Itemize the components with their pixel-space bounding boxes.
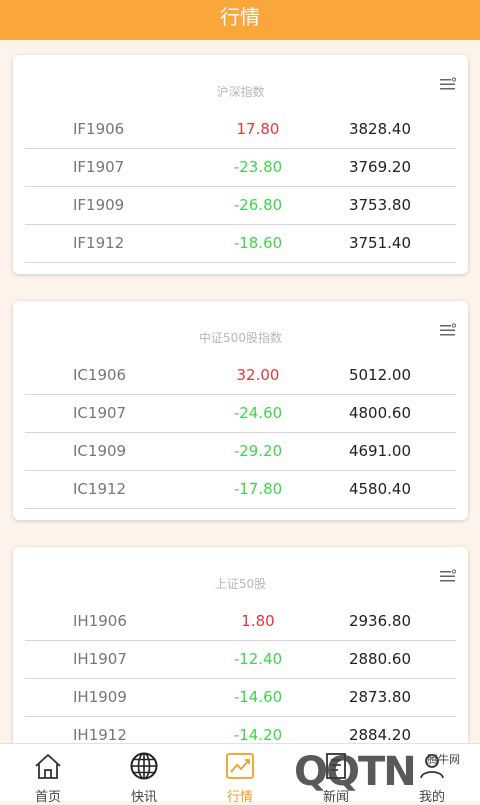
table-row[interactable]: IC1912 -17.80 4580.40: [25, 471, 456, 509]
table-row[interactable]: IH1906 1.80 2936.80: [25, 603, 456, 641]
bottom-tab-bar: 首页 快讯 行情 新闻 我的: [0, 743, 480, 805]
change-value: -17.80: [233, 480, 283, 498]
user-icon: [420, 754, 444, 779]
tab-market[interactable]: 行情: [192, 744, 288, 805]
change-value: -18.60: [233, 234, 283, 252]
change-value: 1.80: [241, 612, 275, 630]
contract-code: IF1906: [73, 120, 125, 138]
market-card-hs: 沪深指数 IF1906 17.80 3828.40 IF1907 -23.80 3769…: [13, 55, 468, 274]
contract-code: IC1909: [73, 442, 127, 460]
contract-code: IC1907: [73, 404, 127, 422]
tab-label: 行情: [226, 790, 253, 805]
price-value: 5012.00: [348, 366, 411, 384]
table-row[interactable]: IC1909 -29.20 4691.00: [25, 433, 456, 471]
table-row[interactable]: IF1909 -26.80 3753.80: [25, 187, 456, 225]
change-value: -29.20: [233, 442, 283, 460]
contract-code: IH1907: [73, 650, 127, 668]
price-value: 3751.40: [348, 234, 411, 252]
contract-code: IC1906: [73, 366, 127, 384]
chart-icon: [226, 753, 254, 779]
table-row[interactable]: IH1909 -14.60 2873.80: [25, 679, 456, 717]
list-settings-icon[interactable]: [440, 77, 456, 91]
tab-label: 新闻: [322, 790, 349, 805]
tab-home[interactable]: 首页: [0, 744, 96, 805]
globe-icon: [130, 752, 158, 780]
header-bar: 行情: [0, 0, 480, 40]
contract-code: IF1909: [73, 196, 125, 214]
table-row[interactable]: IH1912 -14.20 2884.20: [25, 717, 456, 743]
list-settings-icon[interactable]: [440, 569, 456, 583]
contract-code: IC1912: [73, 480, 127, 498]
price-value: 3753.80: [348, 196, 411, 214]
table-row[interactable]: IF1907 -23.80 3769.20: [25, 149, 456, 187]
contract-code: IF1907: [73, 158, 125, 176]
news-icon: [326, 753, 346, 779]
market-card-ih: 上证50股 IH1906 1.80 2936.80 IH1907 -12.40 2880…: [13, 547, 468, 743]
price-value: 2884.20: [348, 726, 411, 743]
change-value: 17.80: [236, 120, 280, 138]
price-value: 4580.40: [348, 480, 411, 498]
table-row[interactable]: IF1906 17.80 3828.40: [25, 111, 456, 149]
tab-mine[interactable]: 我的: [384, 744, 480, 805]
contract-code: IH1906: [73, 612, 127, 630]
table-row[interactable]: IC1906 32.00 5012.00: [25, 357, 456, 395]
price-value: 3769.20: [348, 158, 411, 176]
tab-label: 快讯: [130, 790, 157, 805]
list-settings-icon[interactable]: [440, 323, 456, 337]
price-value: 4691.00: [348, 442, 411, 460]
price-value: 2880.60: [348, 650, 411, 668]
market-list[interactable]: 沪深指数 IF1906 17.80 3828.40 IF1907 -23.80 3769…: [0, 40, 480, 743]
change-value: -14.20: [233, 726, 283, 743]
change-value: -14.60: [233, 688, 283, 706]
change-value: -12.40: [233, 650, 283, 668]
tab-news[interactable]: 新闻: [288, 744, 384, 805]
price-value: 2936.80: [348, 612, 411, 630]
page-title: 行情: [220, 5, 260, 29]
contract-code: IH1909: [73, 688, 127, 706]
contract-code: IH1912: [73, 726, 127, 743]
change-value: -26.80: [233, 196, 283, 214]
contract-code: IF1912: [73, 234, 125, 252]
home-icon: [35, 754, 61, 779]
price-value: 3828.40: [348, 120, 411, 138]
change-value: -24.60: [233, 404, 283, 422]
card-title: 沪深指数: [216, 85, 265, 99]
tab-label: 我的: [418, 790, 445, 805]
change-value: 32.00: [236, 366, 280, 384]
card-title: 上证50股: [214, 577, 267, 591]
tab-label: 首页: [34, 790, 61, 805]
market-card-ic: 中证500股指数 IC1906 32.00 5012.00 IC1907 -24.60…: [13, 301, 468, 520]
price-value: 4800.60: [348, 404, 411, 422]
table-row[interactable]: IC1907 -24.60 4800.60: [25, 395, 456, 433]
tab-news-flash[interactable]: 快讯: [96, 744, 192, 805]
change-value: -23.80: [233, 158, 283, 176]
table-row[interactable]: IH1907 -12.40 2880.60: [25, 641, 456, 679]
price-value: 2873.80: [348, 688, 411, 706]
table-row[interactable]: IF1912 -18.60 3751.40: [25, 225, 456, 263]
card-title: 中证500股指数: [199, 331, 282, 345]
